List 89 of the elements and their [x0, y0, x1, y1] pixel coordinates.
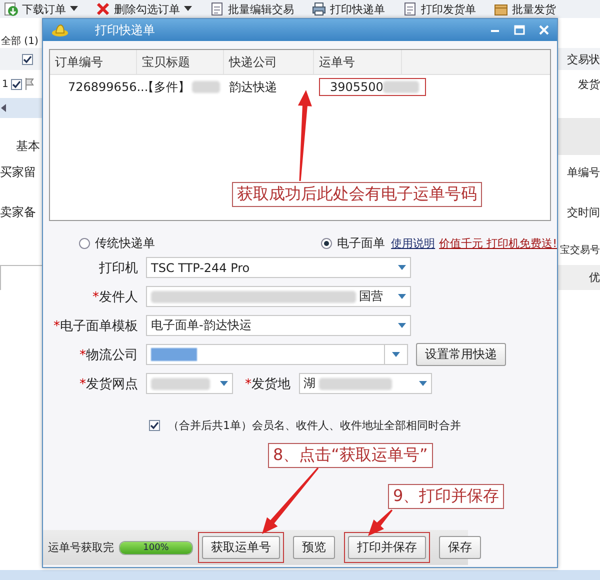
check-icon: [23, 54, 32, 64]
merge-label: （合并后共1单）会员名、收件人、收件地址全部相同时合并: [168, 418, 461, 432]
annotation-callout: 8、点击“获取运单号”: [268, 443, 433, 468]
tracking-number: 3905500: [330, 80, 384, 94]
field-value: 国营: [359, 288, 383, 305]
toolbar-button[interactable]: 下载订单: [4, 2, 78, 16]
cross-icon: [96, 2, 110, 16]
action-button[interactable]: 打印并保存: [348, 536, 426, 559]
combo-field[interactable]: [146, 344, 408, 365]
toolbar-button[interactable]: 删除勾选订单: [96, 2, 192, 16]
status-text: 运单号获取完: [48, 540, 114, 555]
required-mark: *: [54, 318, 60, 334]
dropdown-arrow-icon: [398, 323, 406, 328]
dropdown-arrow-icon: [418, 381, 426, 386]
column-header: 运单号: [319, 54, 355, 70]
annotation-callout: 获取成功后此处会有电子运单号码: [232, 182, 482, 207]
window-title: 打印快递单: [95, 22, 155, 38]
action-button[interactable]: 保存: [439, 536, 481, 559]
required-mark: *: [92, 290, 99, 304]
promo-link[interactable]: 价值千元 打印机免费送!: [439, 236, 557, 250]
field-label: 卖家备: [0, 204, 36, 221]
radio-button[interactable]: [321, 238, 332, 248]
field-label: 发件人: [99, 290, 138, 304]
checkbox[interactable]: [11, 78, 22, 90]
field-label: 发货网点: [86, 376, 138, 392]
field-value: 湖: [304, 375, 316, 392]
dropdown-field[interactable]: 湖: [298, 373, 432, 394]
tab-bar: [558, 118, 600, 155]
column-header: 优: [589, 270, 600, 285]
dropdown-arrow-icon: [220, 381, 228, 386]
hat-icon: [51, 23, 69, 37]
column-header: 快递公司: [229, 54, 277, 70]
toolbar-button[interactable]: 批量发货: [494, 2, 556, 16]
action-button[interactable]: 预览: [293, 536, 335, 559]
column-header: 宝贝标题: [142, 54, 190, 70]
field-label: 交时间: [567, 205, 600, 220]
help-link[interactable]: 使用说明: [391, 236, 436, 250]
field-label: 买家留: [0, 164, 36, 181]
maximize-icon[interactable]: [514, 25, 525, 35]
dropdown-field[interactable]: 电子面单-韵达快运: [146, 315, 411, 336]
field-value: 电子面单-韵达快运: [151, 317, 252, 334]
annotation-callout: 9、打印并保存: [388, 484, 504, 509]
set-courier-button[interactable]: 设置常用快递: [416, 343, 506, 366]
field-label: 物流公司: [86, 348, 138, 362]
toolbar-button[interactable]: 打印快递单: [312, 2, 385, 16]
table-cell: 发货: [578, 76, 600, 92]
printer-icon: [312, 2, 326, 16]
box-icon: [494, 2, 508, 16]
field-value: TSC TTP-244 Pro: [151, 260, 250, 274]
required-mark: *: [80, 376, 86, 392]
dropdown-arrow-icon: [398, 294, 406, 299]
filter-tab[interactable]: 全部 (1): [1, 34, 38, 48]
document-icon: [403, 2, 417, 16]
scroll-left-icon: [0, 103, 8, 113]
dropdown-field[interactable]: [146, 373, 233, 394]
field-label: 宝交易号: [560, 244, 600, 257]
toolbar-button[interactable]: 打印发货单: [403, 2, 476, 16]
table-cell: 韵达快递: [229, 78, 277, 96]
detail-tab[interactable]: 基本: [16, 138, 40, 155]
required-mark: *: [245, 376, 252, 392]
field-label: 打印机: [99, 260, 138, 276]
checkbox[interactable]: [149, 420, 160, 430]
column-header: 交易状: [567, 52, 600, 66]
radio-button[interactable]: [79, 238, 90, 248]
dropdown-arrow-icon: [398, 265, 406, 270]
dropdown-field[interactable]: TSC TTP-244 Pro: [146, 257, 411, 278]
column-header: 订单编号: [55, 54, 103, 70]
action-button[interactable]: 获取运单号: [202, 536, 280, 559]
check-icon: [12, 80, 22, 88]
table-cell: 726899656...: [68, 80, 148, 94]
field-label: 单编号: [567, 165, 600, 180]
row-number: 1: [2, 78, 8, 90]
download-icon: [4, 2, 18, 16]
radio-label[interactable]: 电子面单: [337, 234, 386, 252]
dropdown-field[interactable]: 国营: [146, 286, 411, 307]
toolbar-button[interactable]: 批量编辑交易: [210, 2, 294, 16]
field-label: 发货地: [252, 376, 290, 392]
required-mark: *: [80, 348, 86, 362]
close-icon[interactable]: [539, 25, 549, 35]
checkbox[interactable]: [22, 54, 33, 64]
check-icon: [150, 420, 159, 430]
field-label: 电子面单模板: [60, 318, 138, 334]
dropdown-arrow-icon: [392, 352, 400, 357]
arrow: [368, 509, 393, 536]
flag-icon: [25, 78, 36, 90]
arrow: [262, 467, 319, 534]
progress-reading: 100%: [142, 542, 170, 554]
document-icon: [210, 2, 224, 16]
radio-label[interactable]: 传统快递单: [95, 234, 155, 252]
